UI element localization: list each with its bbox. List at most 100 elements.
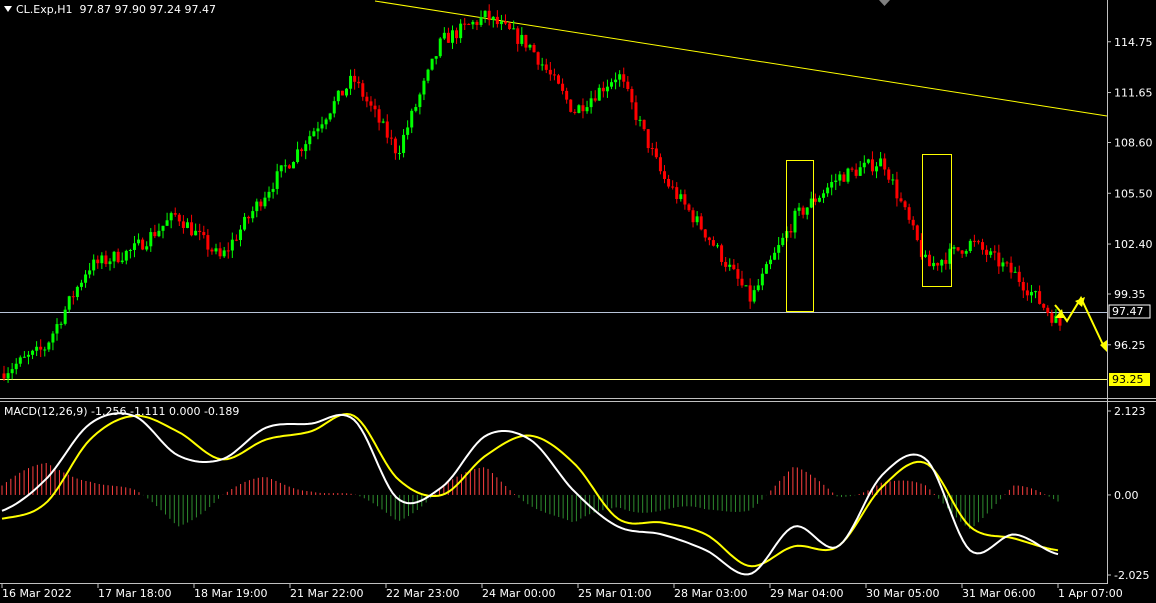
highlight-box-2[interactable] [922,154,952,287]
candle-body [450,30,454,43]
candle-body [1050,312,1054,323]
candle-body [516,28,520,44]
candle-body [789,231,793,233]
candle-body [161,225,165,231]
candle-body [854,169,858,176]
candle-body [622,74,626,82]
candle-body [1025,290,1029,296]
candle-body [43,349,47,351]
candle-body [173,213,177,215]
candle-body [92,259,96,271]
candle-body [813,198,817,202]
candles [2,4,1062,383]
candle-body [141,239,145,250]
candle-body [638,119,642,121]
candle-body [487,10,491,21]
candle-body [850,168,854,170]
candle-body [71,296,75,298]
candle-body [964,251,968,254]
chart-canvas[interactable]: 114.75 111.65 108.60 105.50 102.40 99.35 96.25… [0,0,1156,603]
candle-body [540,64,544,66]
candle-body [26,354,30,357]
candle-body [797,207,801,211]
time-tick-label: 30 Mar 05:00 [866,587,939,600]
candle-body [769,259,773,265]
candle-body [736,269,740,279]
candle-body [1038,291,1042,304]
candle-body [300,149,304,152]
candle-body [985,249,989,255]
candle-body [434,56,438,59]
candle-body [263,197,267,207]
candle-body [968,240,972,252]
candle-body [296,149,300,163]
candle-body [976,241,980,243]
candle-body [891,179,895,181]
candle-body [581,105,585,112]
candle-body [1001,262,1005,267]
candle-body [328,113,332,120]
candle-body [1017,271,1021,282]
candle-body [683,194,687,205]
candle-body [59,323,63,325]
candle-body [475,21,479,25]
projection-path[interactable] [1054,295,1106,350]
candle-body [369,101,373,106]
candle-body [536,52,540,65]
candle-body [585,107,589,112]
price-tick-label: 111.65 [1114,87,1153,100]
time-tick-label: 1 Apr 07:00 [1058,587,1123,600]
candle-body [956,247,960,251]
candle-body [834,180,838,183]
candle-body [875,166,879,172]
candle-body [773,252,777,260]
candle-body [18,357,22,364]
candle-body [499,21,503,25]
candle-body [96,259,100,264]
candle-body [1046,307,1050,313]
symbol-header: CL.Exp,H1 97.87 97.90 97.24 97.47 [4,3,216,17]
candle-body [104,255,108,265]
candle-body [312,131,316,137]
candle-body [22,356,26,358]
candle-body [14,363,18,370]
candle-body [88,270,92,275]
candle-body [202,232,206,236]
candle-body [879,158,883,167]
candle-body [748,285,752,302]
candle-body [344,88,348,96]
candle-body [862,162,866,168]
candle-body [503,21,507,24]
candle-body [373,105,377,110]
candle-body [699,216,703,230]
candle-body [732,264,736,270]
candle-body [63,309,67,324]
candle-body [822,193,826,198]
chart-shift-marker[interactable] [879,0,890,6]
macd-signal-line [1,412,1059,568]
candle-body [169,213,173,221]
candle-body [793,210,797,233]
candle-body [716,245,720,247]
candle-body [84,274,88,283]
candle-body [573,111,577,113]
candle-body [895,179,899,199]
candle-body [6,373,10,379]
candle-body [691,210,695,223]
candle-body [467,24,471,26]
time-tick-label: 24 Mar 00:00 [482,587,555,600]
candle-body [308,136,312,145]
candle-body [866,159,870,163]
dropdown-triangle-icon[interactable] [4,6,12,12]
time-tick-label: 28 Mar 03:00 [674,587,747,600]
support-price-label: 93.25 [1112,373,1144,386]
candle-body [128,249,132,251]
candle-body [247,216,251,219]
candle-body [120,260,124,263]
candle-body [455,30,459,39]
candle-body [907,207,911,220]
candle-body [724,261,728,267]
candle-body [858,167,862,176]
time-tick-label: 31 Mar 06:00 [962,587,1035,600]
candle-body [157,230,161,237]
